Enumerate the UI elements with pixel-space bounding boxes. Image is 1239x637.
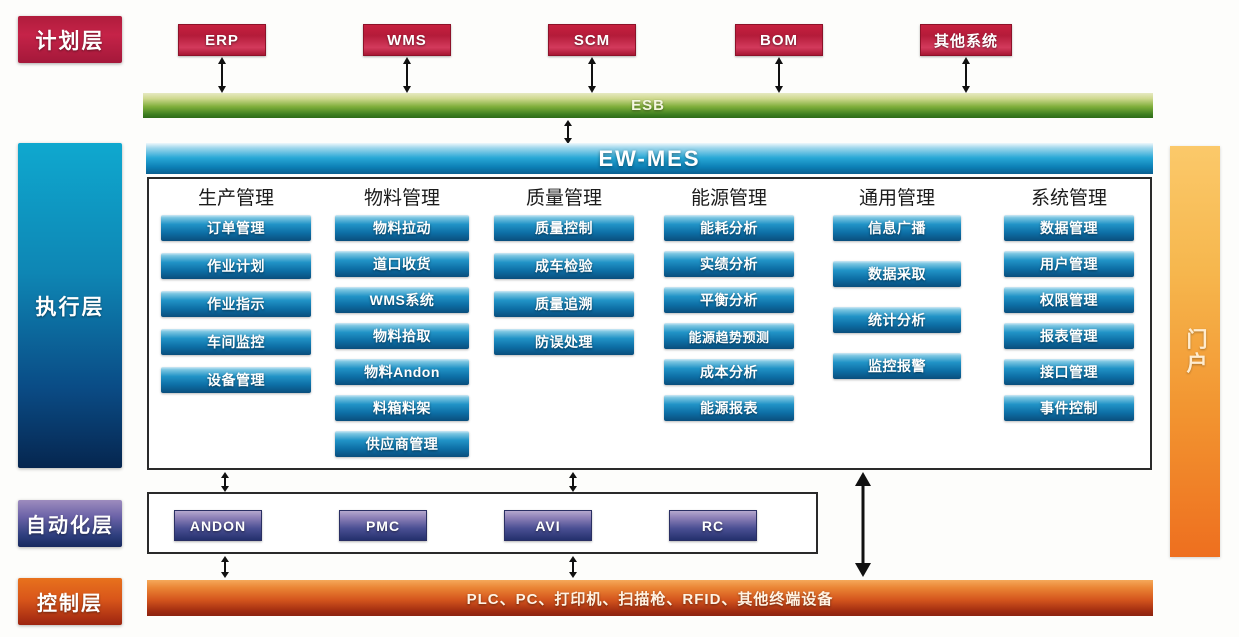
control-layer-label: PLC、PC、打印机、扫描枪、RFID、其他终端设备 xyxy=(466,590,834,608)
module-item-order-management[interactable]: 订单管理 xyxy=(161,215,311,241)
system-box-wms[interactable]: WMS xyxy=(363,24,451,56)
layer-label-automation-text: 自动化层 xyxy=(26,515,114,537)
control-layer-bar: PLC、PC、打印机、扫描枪、RFID、其他终端设备 xyxy=(147,580,1153,616)
arrow-erp-to-esb xyxy=(215,57,229,93)
module-item-workshop-monitoring[interactable]: 车间监控 xyxy=(161,329,311,355)
arrow-other-to-esb xyxy=(959,57,973,93)
arrow-esb-to-mes xyxy=(561,120,575,144)
module-item-performance-analysis[interactable]: 实绩分析 xyxy=(664,251,794,277)
arrow-mes-to-control xyxy=(853,472,873,577)
module-item-wms-system[interactable]: WMS系统 xyxy=(335,287,469,313)
automation-box-rc[interactable]: RC xyxy=(669,510,757,541)
module-item-material-andon[interactable]: 物料Andon xyxy=(335,359,469,385)
module-item-permission-management[interactable]: 权限管理 xyxy=(1004,287,1134,313)
architecture-diagram: 计划层 执行层 自动化层 控制层 ERP WMS SCM BOM 其他系统 ES xyxy=(0,0,1239,637)
module-item-monitoring-alarm[interactable]: 监控报警 xyxy=(833,353,961,379)
ew-mes-bar: EW-MES xyxy=(146,143,1153,174)
system-box-wms-label: WMS xyxy=(387,31,427,49)
system-box-erp-label: ERP xyxy=(205,31,239,49)
automation-frame: ANDON PMC AVI RC xyxy=(147,492,818,554)
arrow-mes-to-automation-left xyxy=(218,472,232,492)
module-item-energy-consumption-analysis[interactable]: 能耗分析 xyxy=(664,215,794,241)
module-item-error-proofing[interactable]: 防误处理 xyxy=(494,329,634,355)
layer-label-planning-text: 计划层 xyxy=(35,29,105,53)
module-item-quality-traceability[interactable]: 质量追溯 xyxy=(494,291,634,317)
module-item-supplier-management[interactable]: 供应商管理 xyxy=(335,431,469,457)
module-item-bin-rack[interactable]: 料箱料架 xyxy=(335,395,469,421)
system-box-bom-label: BOM xyxy=(760,31,798,49)
system-box-bom[interactable]: BOM xyxy=(735,24,823,56)
ew-mes-label: EW-MES xyxy=(598,145,701,171)
module-item-info-broadcast[interactable]: 信息广播 xyxy=(833,215,961,241)
module-item-material-pull[interactable]: 物料拉动 xyxy=(335,215,469,241)
module-item-work-instruction[interactable]: 作业指示 xyxy=(161,291,311,317)
automation-box-pmc[interactable]: PMC xyxy=(339,510,427,541)
layer-label-execution: 执行层 xyxy=(18,143,122,468)
automation-box-andon-label: ANDON xyxy=(189,517,247,534)
module-item-cost-analysis[interactable]: 成本分析 xyxy=(664,359,794,385)
module-item-gate-receiving[interactable]: 道口收货 xyxy=(335,251,469,277)
layer-label-automation: 自动化层 xyxy=(18,500,122,547)
system-box-scm-label: SCM xyxy=(573,31,611,49)
arrow-wms-to-esb xyxy=(400,57,414,93)
portal-label: 门户 xyxy=(1184,327,1207,376)
layer-label-planning: 计划层 xyxy=(18,16,122,63)
layer-label-execution-text: 执行层 xyxy=(35,295,105,319)
module-item-energy-trend-forecast[interactable]: 能源趋势预测 xyxy=(664,323,794,349)
automation-box-andon[interactable]: ANDON xyxy=(174,510,262,541)
arrow-automation-to-control-left xyxy=(218,556,232,578)
arrow-scm-to-esb xyxy=(585,57,599,93)
system-box-other[interactable]: 其他系统 xyxy=(920,24,1012,56)
portal-bar[interactable]: 门户 xyxy=(1170,146,1220,557)
module-item-work-plan[interactable]: 作业计划 xyxy=(161,253,311,279)
module-item-event-control[interactable]: 事件控制 xyxy=(1004,395,1134,421)
module-item-quality-control[interactable]: 质量控制 xyxy=(494,215,634,241)
module-item-report-management[interactable]: 报表管理 xyxy=(1004,323,1134,349)
esb-bar: ESB xyxy=(143,93,1153,118)
module-item-balance-analysis[interactable]: 平衡分析 xyxy=(664,287,794,313)
arrow-bom-to-esb xyxy=(772,57,786,93)
mes-module-frame: 生产管理 订单管理 作业计划 作业指示 车间监控 设备管理 物料管理 物料拉动 … xyxy=(147,177,1152,470)
module-column-system-title: 系统管理 xyxy=(1030,187,1107,209)
module-column-general-title: 通用管理 xyxy=(858,187,935,209)
module-item-interface-management[interactable]: 接口管理 xyxy=(1004,359,1134,385)
automation-box-rc-label: RC xyxy=(701,517,725,534)
module-item-vehicle-inspection[interactable]: 成车检验 xyxy=(494,253,634,279)
automation-box-avi[interactable]: AVI xyxy=(504,510,592,541)
module-item-data-management[interactable]: 数据管理 xyxy=(1004,215,1134,241)
esb-bar-label: ESB xyxy=(631,97,665,114)
layer-label-control-text: 控制层 xyxy=(37,593,103,615)
system-box-other-label: 其他系统 xyxy=(933,32,998,50)
automation-box-pmc-label: PMC xyxy=(365,517,401,534)
arrow-automation-to-control-right xyxy=(566,556,580,578)
layer-label-control: 控制层 xyxy=(18,578,122,625)
module-item-equipment-management[interactable]: 设备管理 xyxy=(161,367,311,393)
module-column-energy-title: 能源管理 xyxy=(690,187,767,209)
module-item-data-collection[interactable]: 数据采取 xyxy=(833,261,961,287)
module-item-statistical-analysis[interactable]: 统计分析 xyxy=(833,307,961,333)
system-box-erp[interactable]: ERP xyxy=(178,24,266,56)
arrow-mes-to-automation-right xyxy=(566,472,580,492)
module-item-energy-report[interactable]: 能源报表 xyxy=(664,395,794,421)
module-column-quality-title: 质量管理 xyxy=(525,187,602,209)
module-item-material-picking[interactable]: 物料拾取 xyxy=(335,323,469,349)
module-column-material-title: 物料管理 xyxy=(363,187,440,209)
module-item-user-management[interactable]: 用户管理 xyxy=(1004,251,1134,277)
module-column-production-title: 生产管理 xyxy=(197,187,274,209)
automation-box-avi-label: AVI xyxy=(535,517,561,534)
system-box-scm[interactable]: SCM xyxy=(548,24,636,56)
